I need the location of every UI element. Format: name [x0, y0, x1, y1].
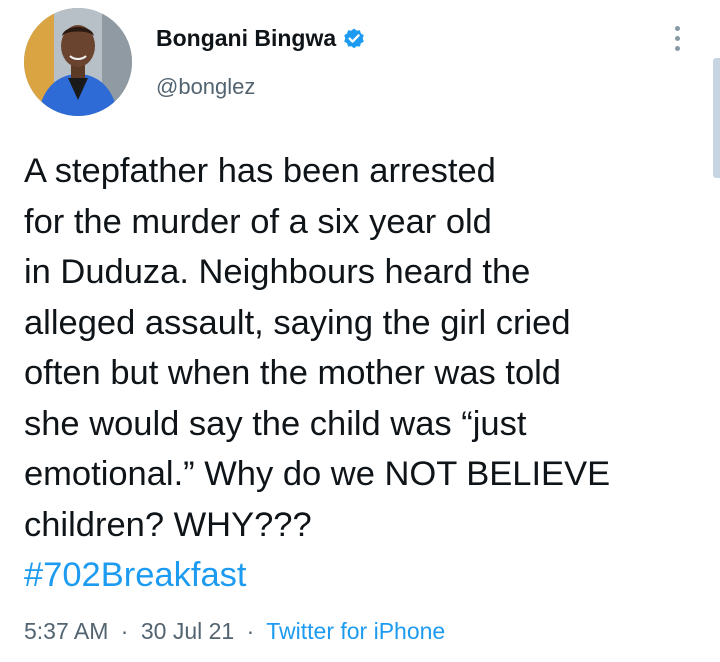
author-display-name[interactable]: Bongani Bingwa	[156, 25, 366, 52]
tweet-line: often but when the mother was told	[24, 354, 561, 392]
hashtag-link[interactable]: #702Breakfast	[24, 550, 704, 601]
tweet-meta: 5:37 AM · 30 Jul 21 · Twitter for iPhone	[24, 618, 445, 645]
tweet-line: children? WHY???	[24, 505, 312, 544]
avatar[interactable]	[24, 8, 132, 116]
tweet-source-link[interactable]: Twitter for iPhone	[266, 618, 445, 644]
tweet-line: she would say the child was “just	[24, 404, 527, 443]
tweet-text: A stepfather has been arrested for the m…	[24, 146, 704, 601]
tweet-line: for the murder of a six year old	[24, 202, 492, 241]
verified-badge-icon	[342, 27, 366, 51]
meta-separator: ·	[246, 618, 255, 644]
tweet-date[interactable]: 30 Jul 21	[141, 618, 234, 644]
author-name-text: Bongani Bingwa	[156, 25, 337, 51]
tweet-line: emotional.” Why do we NOT BELIEVE	[24, 455, 611, 493]
avatar-photo	[24, 8, 132, 116]
tweet-line: alleged assault, saying the girl cried	[24, 303, 571, 342]
tweet-time[interactable]: 5:37 AM	[24, 618, 108, 644]
scrollbar-thumb[interactable]	[713, 58, 720, 178]
tweet-line: A stepfather has been arrested	[24, 152, 496, 190]
tweet-line: in Duduza. Neighbours heard the	[24, 253, 531, 291]
meta-separator: ·	[120, 618, 129, 644]
more-options-icon[interactable]	[666, 26, 688, 56]
author-handle[interactable]: @bonglez	[156, 74, 255, 100]
